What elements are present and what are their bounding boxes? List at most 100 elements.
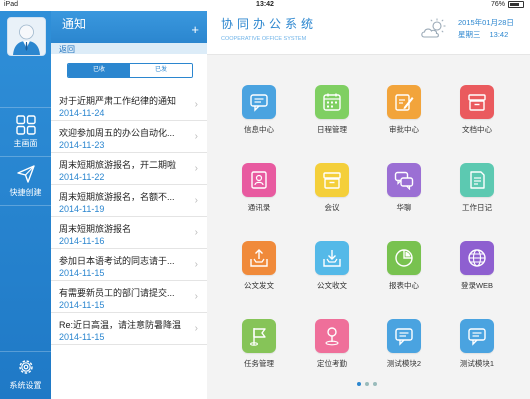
- item-title: 参加日本语考试的同志请于...: [59, 256, 175, 266]
- segmented-control: 已收 已发: [67, 63, 193, 78]
- page-dot[interactable]: [365, 382, 369, 386]
- app-test-module-1[interactable]: 测试模块1: [447, 319, 507, 369]
- item-title: 周末短期旅游报名，开二期啦: [59, 160, 177, 170]
- app-label: 审批中心: [389, 125, 419, 134]
- battery-indicator: 76%: [491, 1, 524, 8]
- battery-percent: 76%: [490, 1, 505, 8]
- status-bar: iPad 13:42 76%: [0, 0, 530, 11]
- list-item[interactable]: 参加日本语考试的同志请于... 2014-11-15 ›: [51, 249, 207, 281]
- item-title: 周末短期旅游报名: [59, 224, 132, 234]
- item-date: 2014-11-19: [59, 204, 105, 214]
- app-approval[interactable]: 审批中心: [374, 85, 434, 135]
- chevron-right-icon: ›: [194, 227, 198, 238]
- main-dashboard: 协同办公系统 COOPERATIVE OFFICE SYSTEM 2015年01…: [207, 11, 530, 399]
- gear-icon: [18, 360, 33, 374]
- app-web-login[interactable]: 登录WEB: [447, 241, 507, 291]
- nav-divider: [0, 351, 51, 352]
- app-info-center[interactable]: 信息中心: [229, 85, 289, 135]
- app-meeting[interactable]: 会议: [302, 163, 362, 213]
- app-label: 公文收文: [317, 281, 347, 290]
- app-label: 任务管理: [244, 359, 274, 368]
- nav-item-label: 主画面: [13, 139, 38, 148]
- list-item[interactable]: 对于近期严肃工作纪律的通知 2014-11-24 ›: [51, 89, 207, 121]
- nav-item-quick-create[interactable]: 快捷创建: [0, 164, 51, 198]
- list-item[interactable]: Re:近日高温，请注意防暑降温 2014-11-15 ›: [51, 313, 207, 345]
- status-time: 13:42: [256, 1, 274, 8]
- page-indicator[interactable]: [357, 382, 377, 386]
- nav-item-home[interactable]: 主画面: [0, 115, 51, 149]
- tray-icon: [315, 163, 349, 197]
- list-item[interactable]: 欢迎参加周五的办公自动化... 2014-11-23 ›: [51, 121, 207, 153]
- notification-panel: 通知 + 返回 已收 已发 对于近期严肃工作纪律的通知 2014-11-24 ›…: [51, 11, 208, 399]
- segment-sent[interactable]: 已发: [130, 64, 192, 77]
- app-label: 日程管理: [317, 125, 347, 134]
- message-icon: [460, 319, 494, 353]
- weekday-time-row: 星期三 13:42: [458, 29, 517, 41]
- page-dot[interactable]: [357, 382, 361, 386]
- app-doc-receive[interactable]: 公文收文: [302, 241, 362, 291]
- app-location-attendance[interactable]: 定位考勤: [302, 319, 362, 369]
- add-button[interactable]: +: [191, 23, 199, 36]
- app-label: 通讯录: [247, 203, 271, 212]
- download-icon: [315, 241, 349, 275]
- app-document-center[interactable]: 文档中心: [447, 85, 507, 135]
- app-label: 公文发文: [244, 281, 274, 290]
- item-date: 2014-11-15: [59, 268, 105, 278]
- paper-plane-icon: [16, 165, 35, 183]
- flag-icon: [242, 319, 276, 353]
- app-work-journal[interactable]: 工作日记: [447, 163, 507, 213]
- clock-text: 13:42: [489, 30, 509, 39]
- list-item[interactable]: 周末短期旅游报名，开二期啦 2014-11-22 ›: [51, 153, 207, 185]
- journal-icon: [460, 163, 494, 197]
- item-title: 有需要新员工的部门请提交...: [59, 288, 175, 298]
- list-item[interactable]: 有需要新员工的部门请提交... 2014-11-15 ›: [51, 281, 207, 313]
- nav-divider: [0, 205, 51, 206]
- app-label: 报表中心: [389, 281, 419, 290]
- app-doc-send[interactable]: 公文发文: [229, 241, 289, 291]
- chat-icon: [387, 163, 421, 197]
- app-contacts[interactable]: 通讯录: [229, 163, 289, 213]
- back-button[interactable]: 返回: [59, 44, 75, 55]
- avatar[interactable]: [7, 17, 46, 56]
- nav-item-label: 快捷创建: [9, 188, 42, 197]
- chevron-right-icon: ›: [194, 131, 198, 142]
- item-date: 2014-11-24: [59, 108, 105, 118]
- app-label: 测试模块1: [459, 359, 495, 368]
- system-subtitle: COOPERATIVE OFFICE SYSTEM: [221, 36, 307, 42]
- system-title: 协同办公系统: [221, 17, 318, 31]
- item-date: 2014-11-16: [59, 236, 105, 246]
- app-label: 工作日记: [462, 203, 492, 212]
- app-chat[interactable]: 华聊: [374, 163, 434, 213]
- app-report-center[interactable]: 报表中心: [374, 241, 434, 291]
- notification-list: 对于近期严肃工作纪律的通知 2014-11-24 › 欢迎参加周五的办公自动化.…: [51, 89, 207, 345]
- item-title: 周末短期旅游报名，名额不...: [59, 192, 175, 202]
- upload-icon: [242, 241, 276, 275]
- date-text: 2015年01月28日: [458, 18, 514, 27]
- app-task-management[interactable]: 任务管理: [229, 319, 289, 369]
- app-schedule[interactable]: 日程管理: [302, 85, 362, 135]
- page-dot[interactable]: [373, 382, 377, 386]
- back-bar: 返回: [51, 43, 207, 54]
- app-test-module-2[interactable]: 测试模块2: [374, 319, 434, 369]
- item-title: Re:近日高温，请注意防暑降温: [59, 320, 182, 330]
- chevron-right-icon: ›: [194, 323, 198, 334]
- app-label: 华聊: [396, 203, 412, 212]
- app-label: 文档中心: [462, 125, 492, 134]
- pie-chart-icon: [387, 241, 421, 275]
- list-item[interactable]: 周末短期旅游报名 2014-11-16 ›: [51, 217, 207, 249]
- app-label: 测试模块2: [386, 359, 422, 368]
- item-title: 欢迎参加周五的办公自动化...: [59, 128, 175, 138]
- segment-received[interactable]: 已收: [68, 64, 130, 77]
- item-date: 2014-11-15: [59, 300, 105, 310]
- panel-header: 通知 +: [51, 11, 207, 43]
- grid-icon: [15, 115, 36, 135]
- globe-icon: [460, 241, 494, 275]
- nav-item-label: 系统设置: [9, 381, 42, 390]
- item-date: 2014-11-15: [59, 332, 105, 342]
- list-item[interactable]: 周末短期旅游报名，名额不... 2014-11-19 ›: [51, 185, 207, 217]
- contacts-icon: [242, 163, 276, 197]
- weekday-text: 星期三: [458, 30, 481, 39]
- nav-item-settings[interactable]: 系统设置: [0, 357, 51, 391]
- user-avatar-icon: [8, 18, 45, 55]
- inbox-icon: [460, 85, 494, 119]
